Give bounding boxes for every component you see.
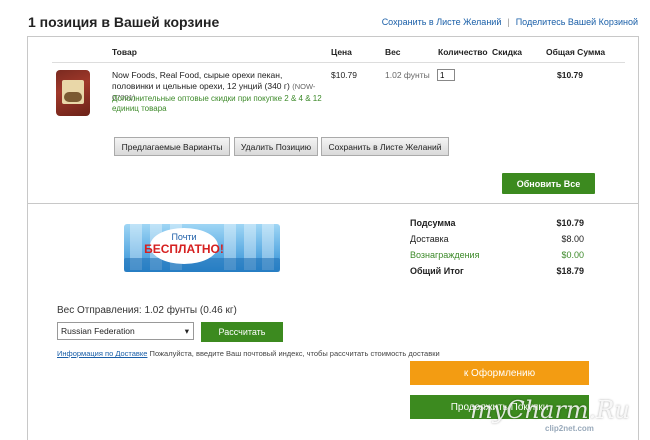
country-select-value: Russian Federation <box>61 326 135 336</box>
header-divider <box>52 62 625 63</box>
column-quantity: Количество <box>438 47 488 57</box>
summary-row: Общий Итог $18.79 <box>410 266 584 276</box>
section-divider <box>28 203 638 204</box>
checkout-button[interactable]: к Оформлению <box>410 361 589 385</box>
page-title: 1 позиция в Вашей корзине <box>28 14 220 30</box>
column-weight: Вес <box>385 47 401 57</box>
shipping-info-text: Пожалуйста, введите Ваш почтовый индекс,… <box>149 349 440 358</box>
product-bag-icon[interactable] <box>56 70 90 116</box>
quantity-input[interactable] <box>437 69 455 81</box>
summary-label: Доставка <box>410 234 449 244</box>
summary-value: $18.79 <box>556 266 584 276</box>
summary-value: $8.00 <box>561 234 584 244</box>
summary-value: $10.79 <box>556 218 584 228</box>
watermark-sub: clip2net.com <box>545 424 594 433</box>
chevron-down-icon: ▾ <box>184 325 189 336</box>
save-to-wishlist-button[interactable]: Сохранить в Листе Желаний <box>321 137 449 156</box>
item-weight: 1.02 фунты <box>385 70 430 80</box>
product-title[interactable]: Now Foods, Real Food, сырые орехи пекан,… <box>112 70 290 91</box>
bulk-discount-note: Дополнительные оптовые скидки при покупк… <box>112 94 322 113</box>
column-price: Цена <box>331 47 352 57</box>
remove-item-button[interactable]: Удалить Позицию <box>234 137 318 156</box>
update-all-button[interactable]: Обновить Все <box>502 173 595 194</box>
promo-line-1: Почти <box>171 232 196 242</box>
shipping-info-link[interactable]: Информация по Доставке <box>57 349 147 358</box>
column-discount: Скидка <box>492 47 522 57</box>
calculate-shipping-button[interactable]: Рассчитать <box>201 322 283 342</box>
item-total: $10.79 <box>557 70 583 80</box>
item-price: $10.79 <box>331 70 357 80</box>
shipping-info: Информация по Доставке Пожалуйста, введи… <box>57 349 440 358</box>
column-total: Общая Сумма <box>546 47 606 57</box>
summary-row: Подсумма $10.79 <box>410 218 584 228</box>
free-shipping-promo-banner[interactable]: Почти БЕСПЛАТНО! <box>120 218 284 276</box>
summary-label: Подсумма <box>410 218 456 228</box>
shipping-weight: Вес Отправления: 1.02 фунты (0.46 кг) <box>57 305 237 316</box>
link-separator: | <box>507 17 510 27</box>
watermark: myCharm.Ru <box>470 396 630 424</box>
summary-row: Вознаграждения $0.00 <box>410 250 584 260</box>
promo-line-2: БЕСПЛАТНО! <box>144 242 224 256</box>
column-product: Товар <box>112 47 137 57</box>
share-cart-link[interactable]: Поделитесь Вашей Корзиной <box>516 17 638 27</box>
summary-label: Общий Итог <box>410 266 464 276</box>
suggested-variants-button[interactable]: Предлагаемые Варианты <box>114 137 230 156</box>
summary-row: Доставка $8.00 <box>410 234 584 244</box>
country-select[interactable]: Russian Federation ▾ <box>57 322 194 340</box>
summary-value: $0.00 <box>561 250 584 260</box>
save-to-wishlist-link[interactable]: Сохранить в Листе Желаний <box>382 17 502 27</box>
header-links: Сохранить в Листе Желаний | Поделитесь В… <box>382 17 638 27</box>
summary-label: Вознаграждения <box>410 250 480 260</box>
